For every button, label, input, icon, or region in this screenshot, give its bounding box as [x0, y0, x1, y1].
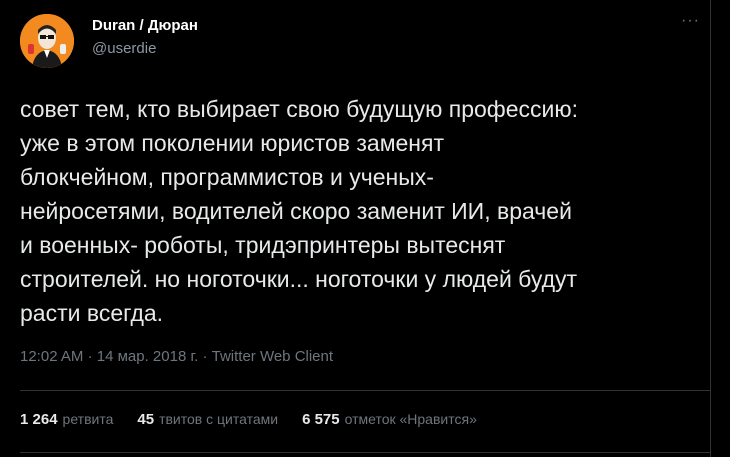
avatar[interactable] — [20, 14, 74, 68]
user-handle[interactable]: @userdie — [92, 39, 198, 59]
tweet-header: Duran / Дюран @userdie ··· — [20, 12, 710, 72]
display-name[interactable]: Duran / Дюран — [92, 16, 198, 36]
meta-separator: · — [202, 348, 208, 365]
quotes-count: 45 — [137, 411, 155, 428]
divider — [20, 452, 710, 453]
quotes-label: твитов с цитатами — [159, 411, 279, 427]
author-block: Duran / Дюран @userdie — [92, 16, 198, 59]
tweet-text: совет тем, кто выбирает свою будущую про… — [20, 96, 578, 326]
tweet-card: Duran / Дюран @userdie ··· совет тем, кт… — [0, 0, 730, 457]
likes-label: отметок «Нравится» — [344, 411, 477, 427]
meta-separator: · — [87, 348, 93, 365]
quotes-stat[interactable]: 45 твитов с цитатами — [137, 411, 278, 428]
avatar-illustration-icon — [20, 14, 74, 68]
card-border — [710, 0, 711, 457]
divider — [20, 390, 710, 391]
tweet-date[interactable]: 14 мар. 2018 г. — [97, 348, 199, 365]
likes-count: 6 575 — [302, 411, 340, 428]
retweets-label: ретвита — [62, 411, 114, 427]
tweet-source[interactable]: Twitter Web Client — [212, 348, 333, 365]
tweet-meta: 12:02 AM · 14 мар. 2018 г. · Twitter Web… — [20, 348, 333, 365]
retweets-stat[interactable]: 1 264 ретвита — [20, 411, 113, 428]
likes-stat[interactable]: 6 575 отметок «Нравится» — [302, 411, 477, 428]
tweet-stats: 1 264 ретвита 45 твитов с цитатами 6 575… — [20, 411, 477, 428]
retweets-count: 1 264 — [20, 411, 58, 428]
tweet-time[interactable]: 12:02 AM — [20, 348, 83, 365]
more-horizontal-icon[interactable]: ··· — [681, 13, 700, 29]
